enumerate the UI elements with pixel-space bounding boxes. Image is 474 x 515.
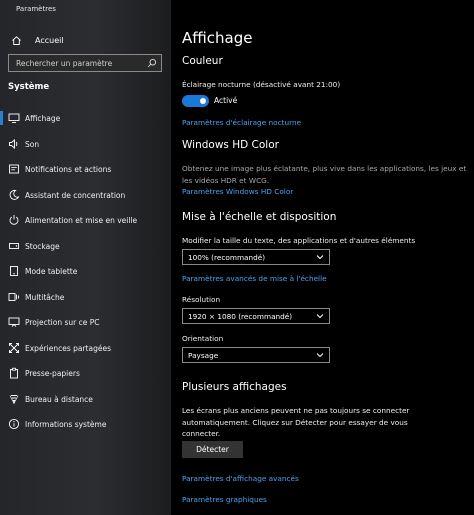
power-icon [7, 213, 21, 227]
hd-color-description: Obtenez une image plus éclatante, plus v… [182, 164, 467, 185]
toggle-knob [200, 98, 206, 104]
resolution-value: 1920 × 1080 (recommandé) [188, 312, 293, 321]
monitor-icon [7, 111, 21, 125]
sidebar-item-label: Expériences partagées [25, 343, 111, 353]
sidebar-item-concentration[interactable]: Assistant de concentration [0, 184, 171, 206]
sidebar-item-label: Bureau à distance [25, 394, 93, 404]
multitask-icon [7, 290, 21, 304]
hd-color-settings-link[interactable]: Paramètres Windows HD Color [182, 187, 293, 196]
sidebar: Paramètres Accueil Système Affichage Son… [0, 0, 171, 515]
main-content: Affichage Couleur Éclairage nocturne (dé… [171, 0, 474, 515]
sidebar-item-tablette[interactable]: Mode tablette [0, 260, 171, 282]
home-icon [9, 35, 23, 46]
advanced-scaling-link[interactable]: Paramètres avancés de mise à l'échelle [182, 274, 327, 283]
text-size-select[interactable]: 100% (recommandé) [182, 249, 330, 265]
sidebar-item-label: Son [25, 139, 40, 149]
sidebar-item-son[interactable]: Son [0, 133, 171, 155]
resolution-label: Résolution [182, 295, 221, 304]
chevron-down-icon [316, 313, 324, 319]
advanced-display-link[interactable]: Paramètres d'affichage avancés [182, 474, 299, 483]
speaker-icon [7, 137, 21, 151]
sidebar-item-informations[interactable]: Informations système [0, 413, 171, 435]
sidebar-item-experiences[interactable]: Expériences partagées [0, 337, 171, 359]
search-box [8, 54, 162, 72]
home-label: Accueil [35, 35, 64, 45]
text-size-value: 100% (recommandé) [188, 253, 266, 262]
sidebar-item-label: Stockage [25, 241, 60, 251]
sidebar-item-notifications[interactable]: Notifications et actions [0, 158, 171, 180]
section-heading-multi-display: Plusieurs affichages [182, 381, 287, 393]
tablet-icon [7, 264, 21, 278]
sidebar-item-stockage[interactable]: Stockage [0, 235, 171, 257]
orientation-value: Paysage [188, 351, 219, 360]
section-heading-scale: Mise à l'échelle et disposition [182, 211, 337, 223]
sidebar-item-alimentation[interactable]: Alimentation et mise en veille [0, 209, 171, 231]
section-title-system: Système [8, 82, 50, 92]
shared-icon [7, 341, 21, 355]
night-light-toggle[interactable] [182, 95, 209, 107]
orientation-select[interactable]: Paysage [182, 347, 330, 363]
sidebar-item-label: Presse-papiers [25, 368, 80, 378]
sidebar-item-label: Mode tablette [25, 266, 78, 276]
home-link[interactable]: Accueil [9, 33, 64, 47]
sidebar-item-affichage[interactable]: Affichage [0, 107, 171, 129]
moon-icon [7, 188, 21, 202]
resolution-select[interactable]: 1920 × 1080 (recommandé) [182, 308, 330, 324]
night-light-settings-link[interactable]: Paramètres d'éclairage nocturne [182, 118, 301, 127]
sidebar-item-label: Affichage [25, 113, 61, 123]
multi-display-description: Les écrans plus anciens peuvent ne pas t… [182, 406, 410, 438]
projection-icon [7, 315, 21, 329]
sidebar-item-label: Notifications et actions [25, 164, 112, 174]
toggle-state-label: Activé [214, 96, 238, 105]
section-heading-couleur: Couleur [182, 55, 223, 67]
text-size-label: Modifier la taille du texte, des applica… [182, 236, 416, 245]
page-title: Affichage [182, 29, 253, 47]
chevron-down-icon [316, 352, 324, 358]
sidebar-item-projection[interactable]: Projection sur ce PC [0, 311, 171, 333]
section-heading-hd-color: Windows HD Color [182, 139, 279, 151]
notification-icon [7, 162, 21, 176]
sidebar-item-label: Informations système [25, 419, 107, 429]
graphics-settings-link[interactable]: Paramètres graphiques [182, 495, 267, 504]
info-icon [7, 417, 21, 431]
storage-icon [7, 239, 21, 253]
remote-desktop-icon [7, 392, 21, 406]
search-icon[interactable] [145, 57, 158, 69]
sidebar-item-label: Assistant de concentration [25, 190, 126, 200]
detect-button[interactable]: Détecter [182, 441, 243, 458]
search-input[interactable] [9, 55, 143, 71]
sidebar-item-bureau-distance[interactable]: Bureau à distance [0, 388, 171, 410]
chevron-down-icon [316, 254, 324, 260]
sidebar-item-label: Projection sur ce PC [25, 317, 100, 327]
window-title: Paramètres [16, 5, 56, 13]
clipboard-icon [7, 366, 21, 380]
sidebar-item-label: Multitâche [25, 292, 65, 302]
sidebar-item-multitache[interactable]: Multitâche [0, 286, 171, 308]
night-light-label: Éclairage nocturne (désactivé avant 21:0… [182, 80, 341, 89]
sidebar-item-presse-papiers[interactable]: Presse-papiers [0, 362, 171, 384]
orientation-label: Orientation [182, 334, 224, 343]
sidebar-item-label: Alimentation et mise en veille [25, 215, 138, 225]
